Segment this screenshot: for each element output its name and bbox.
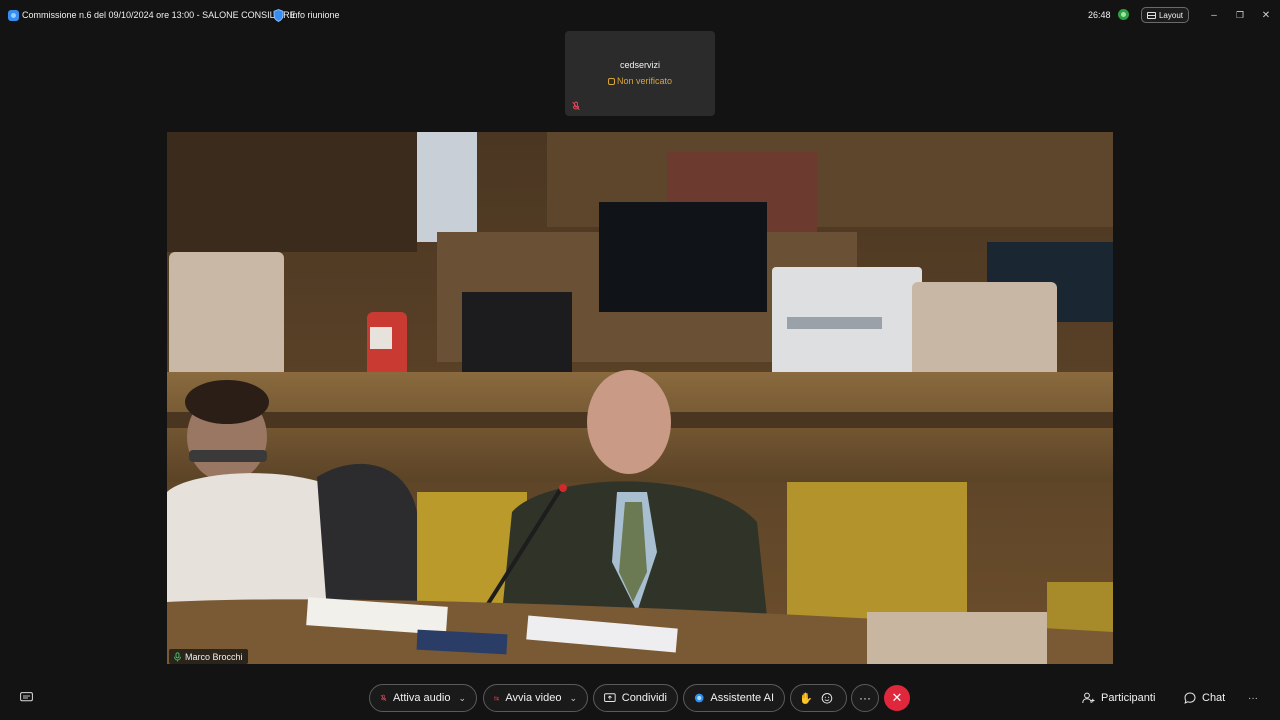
share-screen-icon bbox=[604, 692, 616, 702]
layout-button-label: Layout bbox=[1158, 10, 1184, 20]
start-video-label: Avvia video bbox=[505, 692, 562, 704]
share-button[interactable]: Condividi bbox=[593, 684, 678, 712]
app-logo-icon bbox=[8, 10, 19, 21]
main-video-feed[interactable] bbox=[167, 132, 1113, 664]
mic-muted-icon bbox=[380, 694, 387, 702]
chat-button[interactable]: Chat bbox=[1184, 684, 1225, 712]
chevron-down-icon[interactable]: ⌄ bbox=[458, 693, 466, 704]
reactions-group[interactable]: ✋ bbox=[790, 684, 847, 712]
video-frame bbox=[167, 132, 1113, 664]
verification-status-label: Non verificato bbox=[616, 76, 673, 86]
start-video-button[interactable]: Avvia video ⌄ bbox=[483, 684, 588, 712]
minimize-button[interactable]: – bbox=[1208, 9, 1220, 21]
layout-button[interactable]: Layout bbox=[1141, 7, 1189, 23]
more-options-button[interactable]: ··· bbox=[851, 684, 879, 712]
mic-muted-icon bbox=[572, 101, 580, 111]
unmute-audio-button[interactable]: Attiva audio ⌄ bbox=[369, 684, 477, 712]
emoji-reaction-icon[interactable] bbox=[821, 692, 833, 704]
captions-icon[interactable] bbox=[20, 692, 33, 703]
chevron-down-icon[interactable]: ⌄ bbox=[569, 693, 577, 704]
meeting-toolbar: Attiva audio ⌄ Avvia video ⌄ Condividi A… bbox=[0, 684, 1280, 714]
meeting-title: Commissione n.6 del 09/10/2024 ore 13:00… bbox=[22, 10, 296, 20]
participants-label: Participanti bbox=[1101, 692, 1156, 704]
unmute-audio-label: Attiva audio bbox=[392, 692, 451, 704]
ai-assistant-icon bbox=[694, 693, 704, 703]
chat-label: Chat bbox=[1202, 692, 1226, 704]
video-off-icon bbox=[494, 695, 500, 701]
overflow-menu-button[interactable]: ··· bbox=[1248, 684, 1258, 712]
participant-name: cedservizi bbox=[619, 60, 660, 70]
chat-icon bbox=[1184, 692, 1196, 704]
speaker-name: Marco Brocchi bbox=[185, 651, 243, 662]
participant-tile[interactable]: cedservizi Non verificato bbox=[565, 31, 715, 116]
mic-icon bbox=[174, 651, 181, 661]
participants-button[interactable]: Participanti bbox=[1082, 684, 1155, 712]
title-bar: Commissione n.6 del 09/10/2024 ore 13:00… bbox=[0, 0, 1280, 30]
participants-icon bbox=[1082, 692, 1095, 704]
close-window-button[interactable]: ✕ bbox=[1260, 9, 1272, 21]
leave-meeting-button[interactable]: ✕ bbox=[884, 685, 910, 711]
restore-button[interactable]: ❐ bbox=[1234, 9, 1246, 21]
meeting-info-link[interactable]: Info riunione bbox=[290, 10, 340, 20]
meeting-timer: 26:48 bbox=[1088, 10, 1111, 20]
warning-icon bbox=[607, 78, 615, 85]
ai-assistant-label: Assistente AI bbox=[710, 692, 774, 704]
speaker-name-tag: Marco Brocchi bbox=[169, 649, 248, 664]
shield-icon[interactable] bbox=[273, 9, 284, 22]
ai-assistant-button[interactable]: Assistente AI bbox=[683, 684, 785, 712]
status-dot-icon bbox=[1118, 9, 1129, 20]
verification-status: Non verificato bbox=[565, 76, 715, 86]
meeting-window: Commissione n.6 del 09/10/2024 ore 13:00… bbox=[0, 0, 1280, 720]
share-label: Condividi bbox=[621, 692, 667, 704]
raise-hand-icon[interactable]: ✋ bbox=[799, 692, 813, 705]
layout-icon bbox=[1146, 11, 1156, 19]
